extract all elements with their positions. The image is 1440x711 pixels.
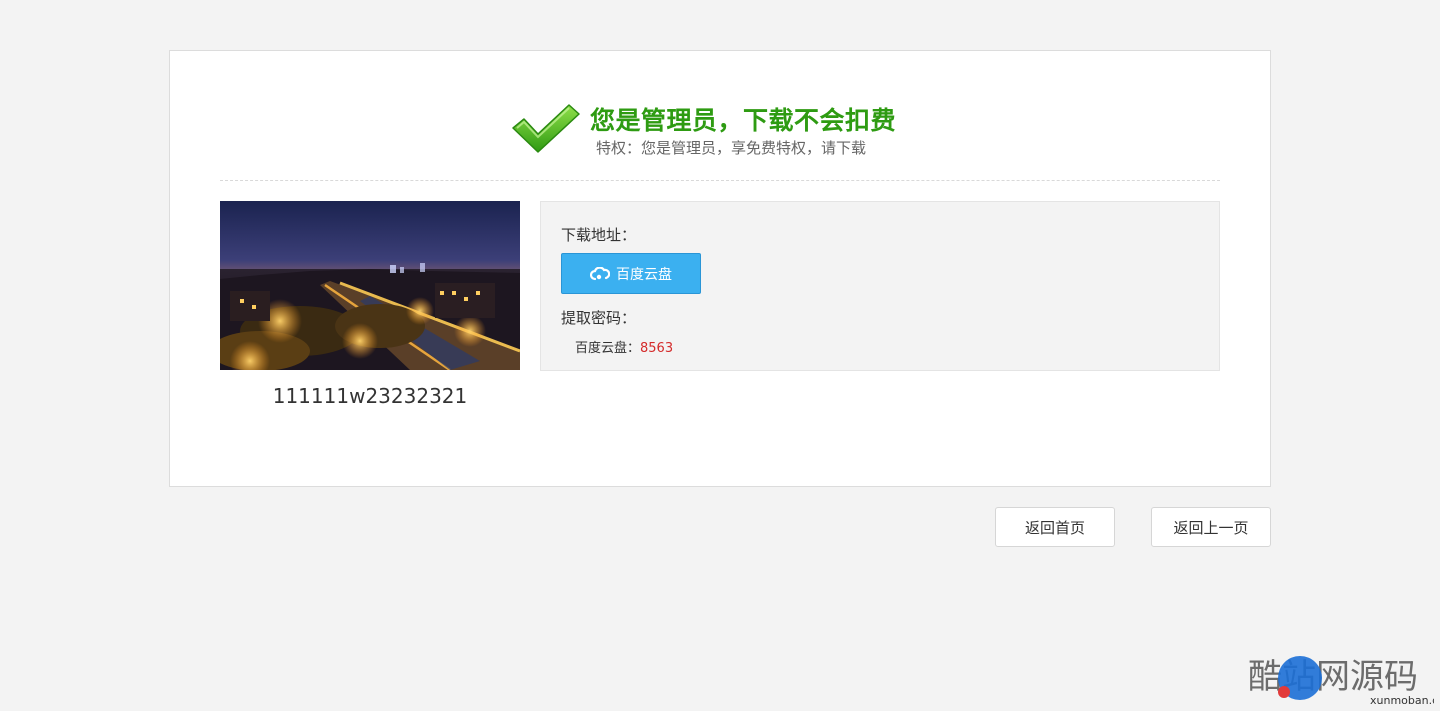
page-subtitle: 特权：您是管理员，享免费特权，请下载 — [596, 139, 867, 157]
divider — [220, 180, 1220, 181]
download-address-label: 下载地址： — [561, 226, 637, 244]
checkmark-icon — [512, 104, 580, 153]
item-thumbnail — [220, 201, 520, 370]
result-card: 您是管理员，下载不会扣费 特权：您是管理员，享免费特权，请下载 111111w2… — [169, 50, 1271, 487]
watermark-subtext: xunmoban.com — [1370, 694, 1434, 706]
back-previous-page-button[interactable]: 返回上一页 — [1151, 507, 1271, 547]
password-prefix: 百度云盘： — [575, 341, 641, 356]
back-to-home-button[interactable]: 返回首页 — [995, 507, 1115, 547]
download-panel: 下载地址： 百度云盘 提取密码： 百度云盘：8563 — [540, 201, 1220, 371]
cloud-icon — [590, 266, 610, 280]
password-line: 百度云盘：8563 — [575, 337, 673, 356]
site-watermark-logo: 酷站网源码 xunmoban.com — [1248, 656, 1434, 706]
item-title: 111111w23232321 — [272, 384, 468, 408]
result-header: 您是管理员，下载不会扣费 特权：您是管理员，享免费特权，请下载 — [170, 99, 1270, 159]
page-title: 您是管理员，下载不会扣费 — [590, 106, 897, 135]
password-label: 提取密码： — [561, 309, 637, 327]
password-code: 8563 — [640, 341, 674, 356]
baidu-cloud-button-label: 百度云盘 — [616, 265, 672, 282]
watermark-text: 酷站网源码 — [1248, 657, 1418, 697]
baidu-cloud-download-button[interactable]: 百度云盘 — [561, 253, 701, 294]
